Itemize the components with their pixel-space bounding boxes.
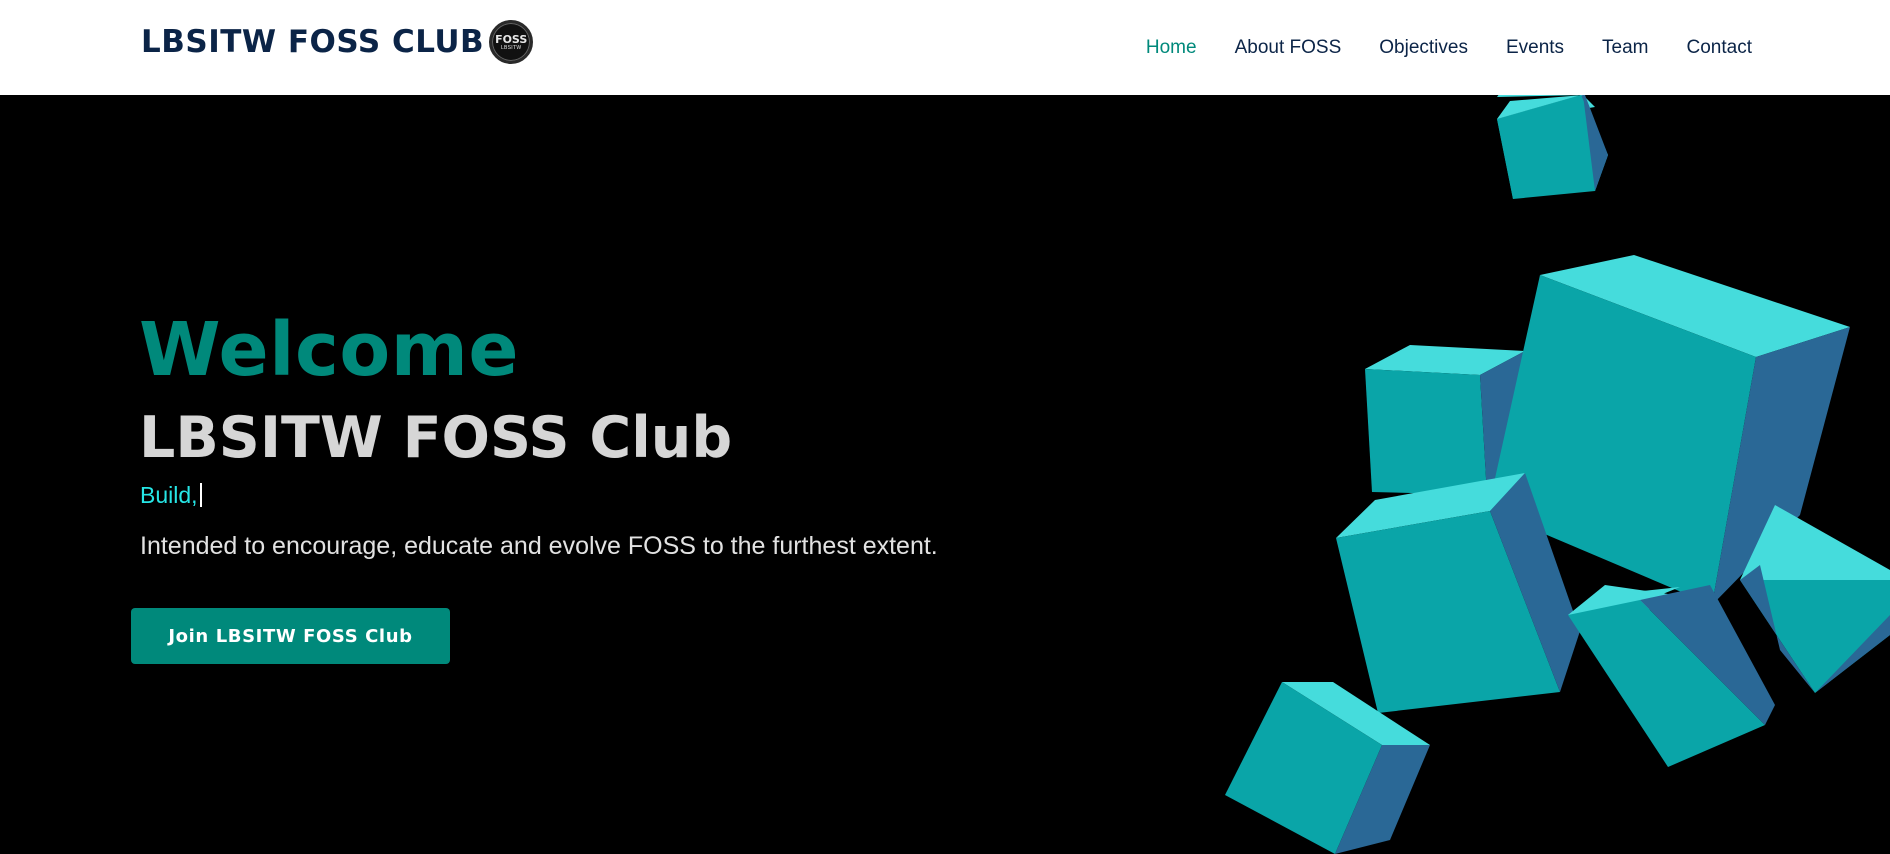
hero-tagline: Intended to encourage, educate and evolv…	[140, 532, 938, 560]
nav-link-events[interactable]: Events	[1506, 37, 1564, 58]
nav-item-team: Team	[1602, 37, 1648, 59]
brand[interactable]: LBSITW FOSS CLUB FOSS LBSITW	[141, 20, 534, 64]
logo-text-line1: FOSS	[495, 32, 528, 46]
nav-link-team[interactable]: Team	[1602, 37, 1648, 58]
nav-item-objectives: Objectives	[1379, 37, 1468, 59]
brand-name[interactable]: LBSITW FOSS CLUB	[141, 24, 484, 60]
nav-menu: Home About FOSS Objectives Events Team C…	[1108, 0, 1752, 95]
nav-item-home: Home	[1146, 37, 1197, 59]
hero-section: Welcome LBSITW FOSS Club Build, Intended…	[0, 95, 1890, 854]
nav-link-contact[interactable]: Contact	[1687, 37, 1752, 58]
cube-lower-right	[1568, 585, 1775, 767]
nav-link-home[interactable]: Home	[1146, 37, 1197, 58]
nav-item-about: About FOSS	[1235, 37, 1342, 59]
nav-link-about-foss[interactable]: About FOSS	[1235, 37, 1342, 58]
nav-item-contact: Contact	[1687, 37, 1752, 59]
nav-link-objectives[interactable]: Objectives	[1379, 37, 1468, 58]
logo-text-line2: LBSITW	[500, 44, 522, 51]
typing-text-value: Build,	[140, 482, 198, 508]
foss-logo-icon[interactable]: FOSS LBSITW	[489, 20, 534, 64]
floating-cubes-illustration	[1225, 95, 1890, 854]
top-navbar: LBSITW FOSS CLUB FOSS LBSITW Home About …	[0, 0, 1890, 95]
nav-item-events: Events	[1506, 37, 1564, 59]
cube-far-right	[1740, 505, 1890, 693]
typing-caret	[199, 483, 202, 507]
hero-welcome-heading: Welcome	[139, 307, 520, 393]
typing-text: Build,	[140, 482, 202, 509]
join-club-button[interactable]: Join LBSITW FOSS Club	[131, 608, 450, 664]
cube-small-top	[1497, 95, 1608, 199]
hero-club-title: LBSITW FOSS Club	[139, 405, 733, 471]
